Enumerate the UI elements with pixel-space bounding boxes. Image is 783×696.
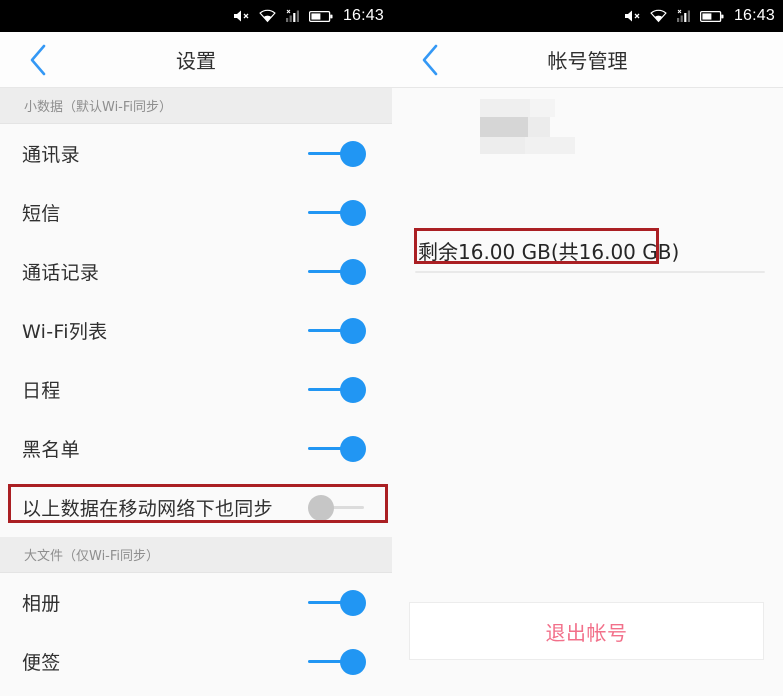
status-bar-time: 16:43 bbox=[342, 7, 384, 24]
storage-remaining-text: 剩余16.00 GB(共16.00 GB) bbox=[418, 240, 680, 264]
wifi-icon bbox=[259, 9, 276, 23]
row-label: 通讯录 bbox=[22, 144, 80, 166]
row-label: 相册 bbox=[22, 593, 61, 615]
battery-icon bbox=[699, 10, 724, 23]
status-bar-time: 16:43 bbox=[733, 7, 775, 24]
row-label: Wi-Fi列表 bbox=[22, 321, 108, 343]
account-content: 剩余16.00 GB(共16.00 GB) 退出帐号 bbox=[392, 88, 783, 696]
wifi-icon bbox=[650, 9, 667, 23]
toggle-blacklist[interactable] bbox=[308, 435, 366, 462]
dual-panel-screenshot: 16:43 设置 小数据（默认Wi-Fi同步） 通讯录 短信 通话记录 Wi-F… bbox=[0, 0, 783, 696]
row-label: 短信 bbox=[22, 203, 61, 225]
right-panel-account: 16:43 帐号管理 剩余16.00 GB(共16.00 GB) 退出帐号 bbox=[392, 0, 783, 696]
status-bar-left: 16:43 bbox=[0, 0, 392, 32]
row-sms[interactable]: 短信 bbox=[0, 183, 392, 242]
toggle-wifi-list[interactable] bbox=[308, 317, 366, 344]
signal-no-service-icon bbox=[676, 9, 691, 23]
toggle-calendar[interactable] bbox=[308, 376, 366, 403]
toggle-call-log[interactable] bbox=[308, 258, 366, 285]
section-header-small-data: 小数据（默认Wi-Fi同步） bbox=[0, 88, 392, 124]
row-label: 通话记录 bbox=[22, 262, 100, 284]
row-notes[interactable]: 便签 bbox=[0, 632, 392, 691]
volume-mute-icon bbox=[624, 9, 641, 23]
row-call-log[interactable]: 通话记录 bbox=[0, 242, 392, 301]
row-calendar[interactable]: 日程 bbox=[0, 360, 392, 419]
row-mobile-network-sync[interactable]: 以上数据在移动网络下也同步 bbox=[0, 478, 392, 537]
row-contacts[interactable]: 通讯录 bbox=[0, 124, 392, 183]
row-album[interactable]: 相册 bbox=[0, 573, 392, 632]
row-label: 便签 bbox=[22, 652, 61, 674]
chevron-left-icon bbox=[30, 44, 46, 76]
row-wifi-list[interactable]: Wi-Fi列表 bbox=[0, 301, 392, 360]
left-panel-settings: 16:43 设置 小数据（默认Wi-Fi同步） 通讯录 短信 通话记录 Wi-F… bbox=[0, 0, 392, 696]
navbar-settings: 设置 bbox=[0, 32, 392, 88]
navbar-account: 帐号管理 bbox=[392, 32, 783, 88]
row-label: 黑名单 bbox=[22, 439, 80, 461]
logout-button[interactable]: 退出帐号 bbox=[409, 602, 764, 660]
status-bar-right: 16:43 bbox=[392, 0, 783, 32]
large-files-list: 相册 便签 bbox=[0, 573, 392, 691]
small-data-list: 通讯录 短信 通话记录 Wi-Fi列表 日程 黑名单 以上数据在移动网络下也同步 bbox=[0, 124, 392, 537]
back-button-account[interactable] bbox=[406, 32, 454, 88]
toggle-mobile-network-sync[interactable] bbox=[308, 494, 366, 521]
toggle-notes[interactable] bbox=[308, 648, 366, 675]
toggle-contacts[interactable] bbox=[308, 140, 366, 167]
row-label: 日程 bbox=[22, 380, 61, 402]
toggle-album[interactable] bbox=[308, 589, 366, 616]
signal-no-service-icon bbox=[285, 9, 300, 23]
chevron-left-icon bbox=[422, 44, 438, 76]
section-header-large-files: 大文件（仅Wi-Fi同步） bbox=[0, 537, 392, 573]
back-button-settings[interactable] bbox=[14, 32, 62, 88]
logout-button-label: 退出帐号 bbox=[545, 620, 628, 645]
toggle-sms[interactable] bbox=[308, 199, 366, 226]
volume-mute-icon bbox=[233, 9, 250, 23]
battery-icon bbox=[308, 10, 333, 23]
redacted-username-block bbox=[480, 99, 580, 154]
storage-divider bbox=[415, 271, 765, 273]
row-label: 以上数据在移动网络下也同步 bbox=[22, 498, 273, 520]
row-blacklist[interactable]: 黑名单 bbox=[0, 419, 392, 478]
